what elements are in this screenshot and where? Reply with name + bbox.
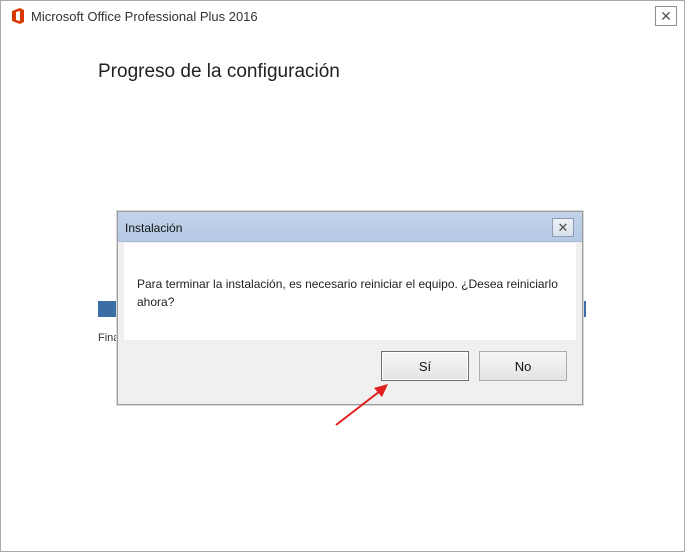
dialog-title: Instalación [125, 221, 183, 235]
office-logo-icon [12, 8, 24, 24]
dialog-body: Para terminar la instalación, es necesar… [124, 243, 576, 340]
dialog-close-button[interactable]: ✕ [552, 218, 574, 237]
page-title: Progreso de la configuración [98, 61, 340, 82]
restart-dialog: Instalación ✕ Para terminar la instalaci… [117, 211, 583, 405]
no-button[interactable]: No [479, 351, 567, 381]
window-close-button[interactable]: ✕ [655, 6, 677, 26]
dialog-footer: Sí No [124, 340, 576, 398]
dialog-titlebar: Instalación ✕ [118, 212, 582, 242]
yes-button[interactable]: Sí [381, 351, 469, 381]
window-title: Microsoft Office Professional Plus 2016 [31, 9, 258, 24]
close-icon: ✕ [557, 219, 569, 235]
window-titlebar: Microsoft Office Professional Plus 2016 … [1, 1, 684, 31]
dialog-message: Para terminar la instalación, es necesar… [137, 277, 558, 309]
close-icon: ✕ [660, 7, 672, 24]
